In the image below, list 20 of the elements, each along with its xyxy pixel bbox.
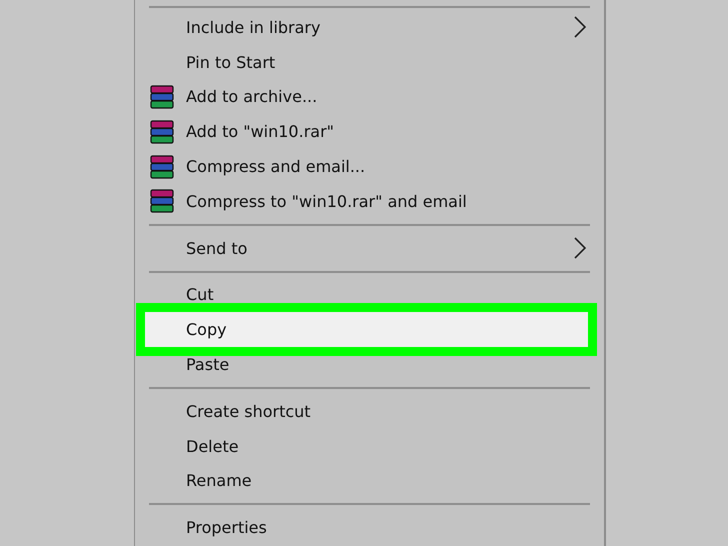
books-icon [149, 189, 175, 214]
menu-item[interactable]: Send to [145, 230, 588, 266]
menu-item[interactable]: Include in library [145, 10, 588, 45]
menu-item[interactable]: Add to "win10.rar" [145, 114, 588, 150]
books-icon [149, 120, 175, 144]
menu-item[interactable]: Add to archive... [145, 80, 588, 114]
menu-item[interactable]: Rename [145, 464, 588, 498]
books-icon [149, 84, 175, 109]
books-icon [149, 154, 175, 179]
menu-item[interactable]: Compress to "win10.rar" and email [145, 184, 588, 219]
menu-item[interactable]: Compress and email... [145, 149, 588, 184]
menu-item[interactable]: Properties [145, 510, 588, 546]
menu-item[interactable]: Pin to Start [145, 44, 588, 80]
menu-item[interactable]: Copy [145, 312, 588, 348]
menu-item[interactable]: Delete [145, 428, 588, 464]
menu-item[interactable]: Create shortcut [145, 394, 588, 429]
chevron-right-icon [574, 16, 586, 38]
menu-item[interactable]: Paste [145, 347, 588, 382]
chevron-right-icon [574, 237, 586, 260]
menu-item[interactable]: Cut [145, 278, 588, 312]
